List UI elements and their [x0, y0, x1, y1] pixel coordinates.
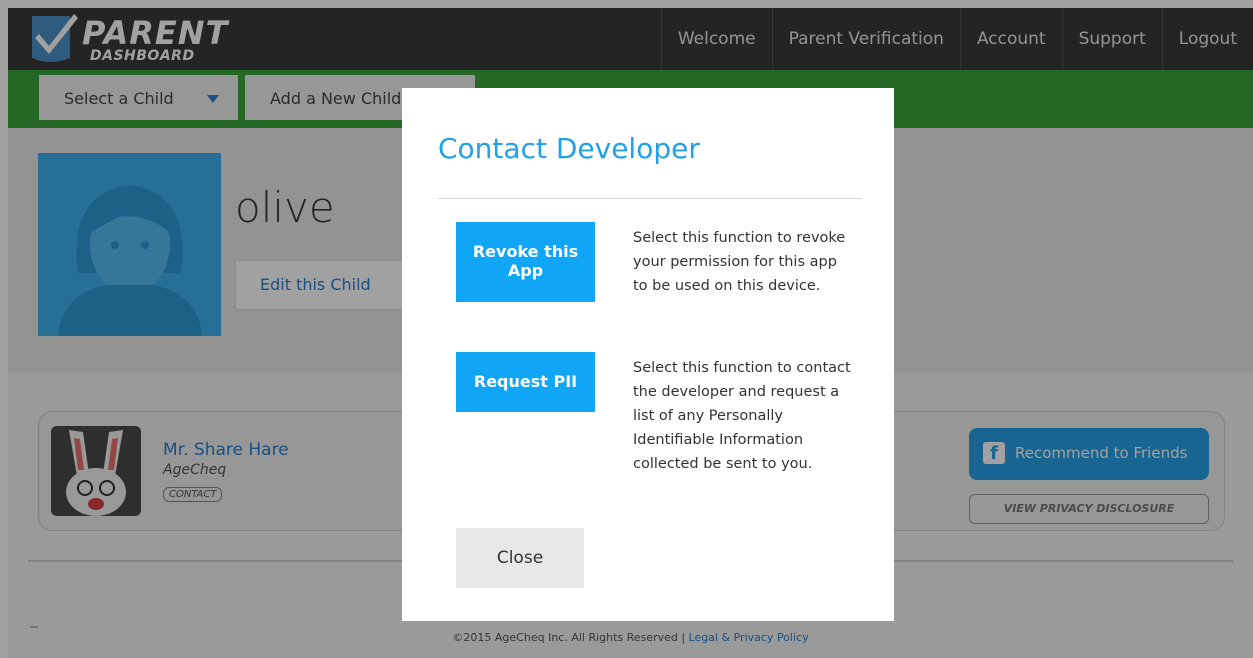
dialog-divider — [438, 198, 862, 199]
revoke-description: Select this function to revoke your perm… — [633, 230, 846, 294]
revoke-label-line1: Revoke this — [472, 242, 579, 261]
close-button[interactable]: Close — [456, 528, 584, 588]
revoke-label-line2: App — [507, 261, 544, 280]
request-pii-description: Select this function to contact the deve… — [633, 360, 851, 472]
request-pii-button[interactable]: Request PII — [456, 352, 595, 412]
contact-developer-dialog: Contact Developer Revoke this App Select… — [402, 88, 894, 621]
revoke-app-button[interactable]: Revoke this App — [456, 222, 595, 302]
dialog-title: Contact Developer — [438, 132, 700, 165]
